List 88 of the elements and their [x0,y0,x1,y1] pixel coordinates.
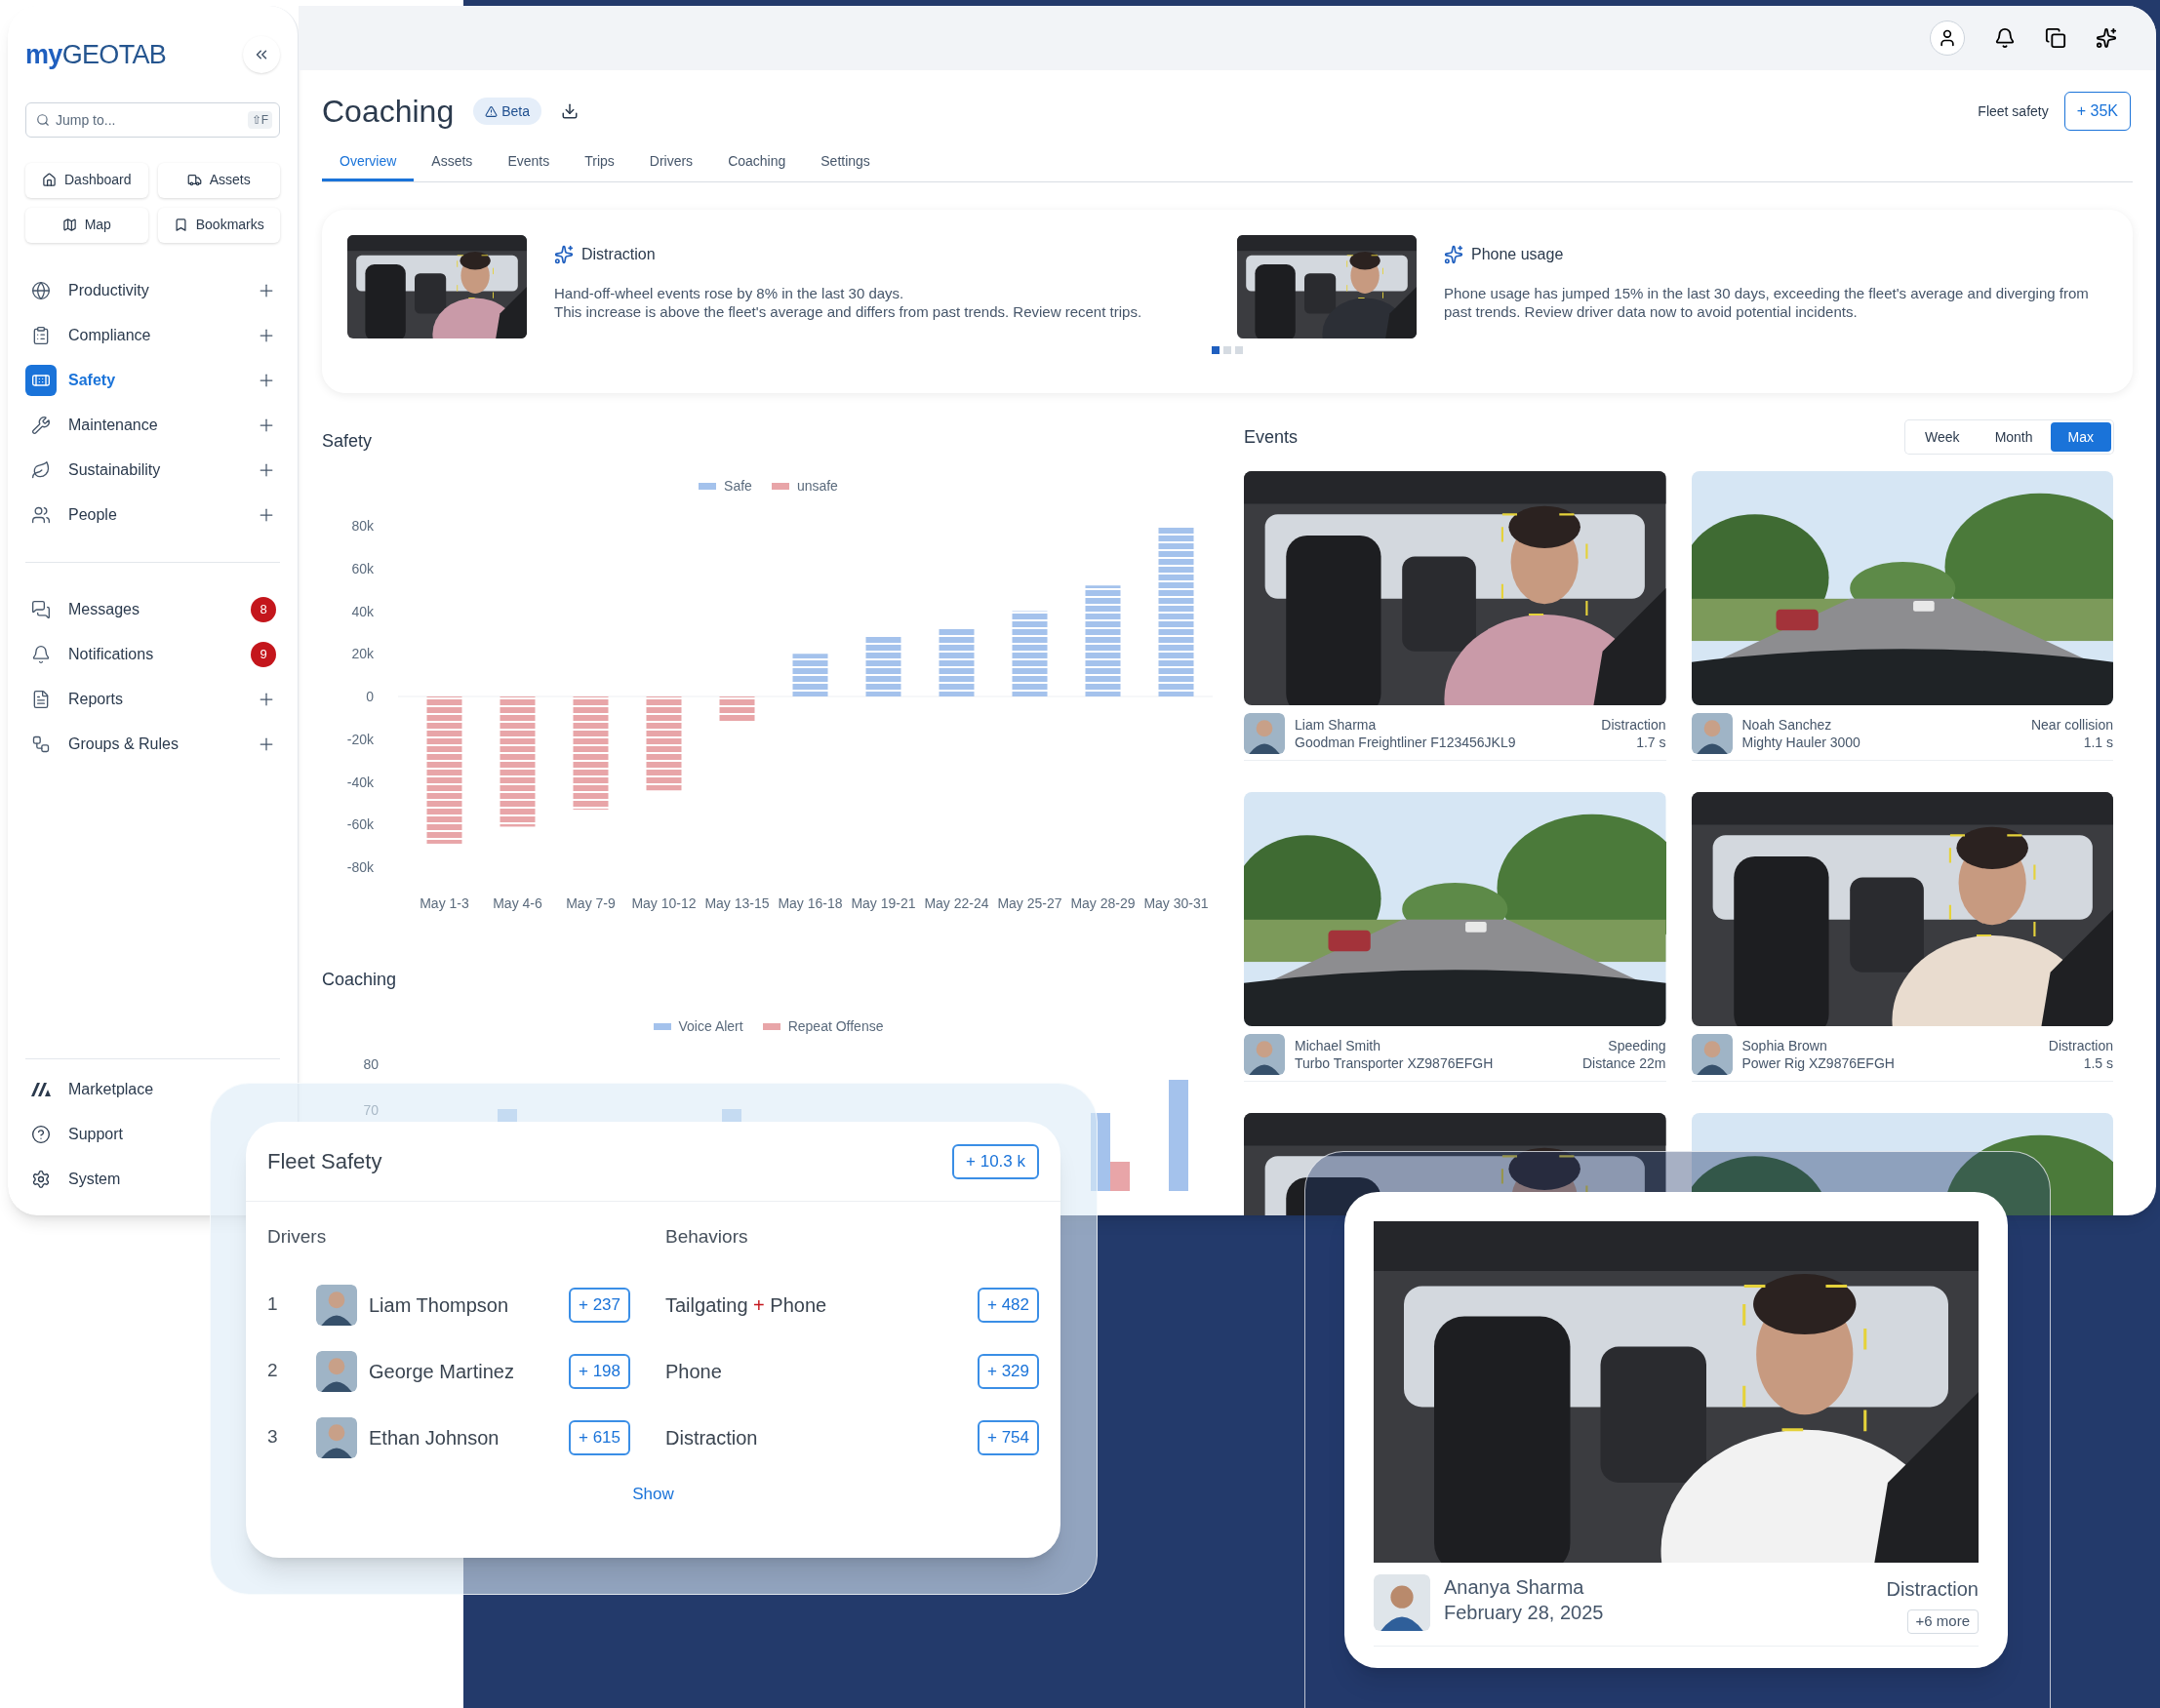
column-heading: Behaviors [665,1225,749,1249]
event-type: Speeding [1608,1037,1666,1054]
rank-number: 1 [267,1292,279,1317]
section-title: Coaching [322,969,398,991]
event-detail: 1.5 s [2083,1054,2113,1072]
count-badge: + 329 [978,1353,1039,1389]
rank-number: 2 [267,1359,279,1383]
legend-label: Voice Alert [678,1017,743,1036]
axis-tick-label: -40k [346,774,374,790]
insight-title: Phone usage [1471,245,1564,264]
axis-tick-label: 60k [350,560,374,576]
axis-tick-label: -80k [346,859,374,875]
axis-tick-label: 20k [350,646,374,662]
axis-category-label: May 10-12 [630,895,697,911]
axis-category-label: May 30-31 [1142,895,1209,911]
legend-label: unsafe [796,477,838,496]
fleet-safety-label: Fleet safety [1978,101,2049,121]
insight-text: Hand-off-wheel events rose by 8% in the last 30 days. This increase is above the fleet's average and differs from past trends. Review recent trips. [554,284,1142,321]
vehicle-name: Goodman Freightliner F123456JKL9 [1295,734,1517,751]
nav-label: Productivity [68,280,150,300]
event-type: Distraction [1886,1577,1979,1602]
vehicle-name: Turbo Transporter XZ9876EFGH [1295,1054,1495,1072]
axis-category-label: May 28-29 [1069,895,1136,911]
nav-label: Groups & Rules [68,734,180,754]
count-badge: + 10.3 k [952,1143,1039,1179]
logo: myGEOTAB [25,39,167,71]
vehicle-name: Power Rig XZ9876EFGH [1741,1054,1896,1072]
legend-label: Safe [724,477,752,496]
legend-label: Repeat Offense [787,1017,884,1036]
nav-label: Messages [68,599,140,619]
shortcut-hint: ⇧F [247,110,272,129]
nav-label: Reports [68,689,125,709]
event-detail: Distance 22m [1581,1054,1666,1072]
column-heading: Drivers [267,1225,328,1249]
axis-tick-label: -60k [346,816,374,833]
behavior-label: Tailgating + Phone [665,1292,828,1318]
driver-name: Liam Thompson [369,1292,510,1318]
event-type: Near collision [2030,716,2113,734]
vehicle-name: Mighty Hauler 3000 [1741,734,1861,751]
page-title: Coaching [322,93,455,131]
axis-category-label: May 13-15 [703,895,770,911]
driver-name: George Martinez [369,1359,515,1384]
count-badge: + 615 [569,1419,630,1455]
nav-label: Safety [68,370,117,390]
event-detail: 1.7 s [1636,734,1666,751]
driver-name: Ananya Sharma [1444,1575,1585,1600]
event-detail: 1.1 s [2083,734,2113,751]
count-badge: + 237 [569,1287,630,1323]
event-type: Distraction [1601,716,1666,734]
nav-label: Sustainability [68,459,162,480]
card-title: Fleet Safety [267,1148,382,1175]
driver-name: Noah Sanchez [1741,716,1833,734]
nav-label: Compliance [68,325,152,345]
driver-name: Sophia Brown [1741,1037,1828,1054]
axis-category-label: May 7-9 [565,895,616,911]
event-type: Distraction [2048,1037,2113,1054]
section-title: Events [1244,425,1299,449]
axis-category-label: May 25-27 [996,895,1062,911]
count-badge: 9 [251,641,276,667]
event-date: February 28, 2025 [1444,1601,1605,1625]
axis-category-label: May 4-6 [492,895,542,911]
behavior-label: Distraction [665,1425,759,1450]
driver-name: Ethan Johnson [369,1425,500,1450]
count-badge: + 198 [569,1353,630,1389]
axis-tick-label: 80 [363,1055,379,1074]
insight-text: Phone usage has jumped 15% in the last 30 days, exceeding the fleet's average and diverging from past trends. Review driver data now to avoid potential incidents. [1444,284,2090,321]
count-badge: + 754 [978,1419,1039,1455]
axis-tick-label: 80k [350,518,374,534]
driver-name: Michael Smith [1295,1037,1381,1054]
count-badge: 8 [251,596,276,622]
behavior-label: Phone [665,1359,723,1384]
axis-tick-label: 70 [363,1101,379,1120]
axis-tick-label: 0 [365,689,374,704]
section-title: Safety [322,430,374,453]
nav-label: Maintenance [68,415,159,435]
rank-number: 3 [267,1425,279,1450]
axis-category-label: May 1-3 [419,895,469,911]
insight-title: Distraction [581,245,656,264]
nav-label: People [68,504,118,525]
axis-category-label: May 16-18 [777,895,843,911]
nav-label: Notifications [68,644,155,664]
axis-category-label: May 22-24 [923,895,989,911]
count-badge: + 482 [978,1287,1039,1323]
axis-tick-label: 40k [350,603,374,619]
beta-badge: Beta [473,98,541,125]
axis-tick-label: -20k [346,731,374,747]
driver-name: Liam Sharma [1295,716,1378,734]
axis-category-label: May 19-21 [850,895,916,911]
